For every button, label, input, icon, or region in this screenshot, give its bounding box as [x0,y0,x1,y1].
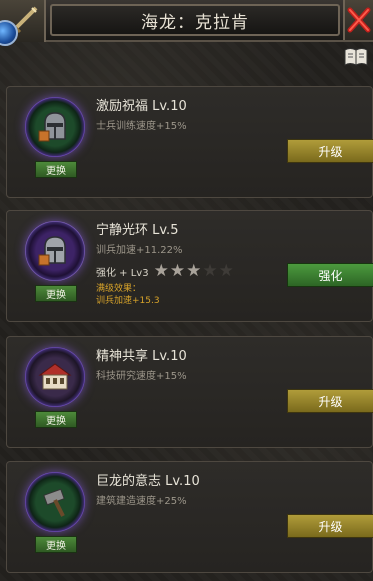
upgrade-button[interactable]: 升级 [287,139,373,163]
change-button[interactable]: 更换 [35,536,77,553]
header-bar: 海龙：克拉肯 [0,0,373,46]
skill-icon-slot [25,472,85,532]
upgrade-button[interactable]: 升级 [287,389,373,413]
skill-description: 科技研究速度+15% [96,371,187,382]
enhance-row: 强化 + Lv3 ★★★★★ [96,261,234,281]
max-effect-value: 训兵加速+15.3 [96,296,160,306]
skill-name: 精神共享 Lv.10 [96,349,187,364]
close-x-icon [347,7,371,33]
change-button[interactable]: 更换 [35,161,77,178]
academy-building-icon [38,363,72,390]
enhance-label: 强化 + Lv3 [96,267,149,279]
upgrade-button[interactable]: 升级 [287,514,373,538]
change-button[interactable]: 更换 [35,285,77,302]
star-icon: ★ [169,261,186,281]
book-icon[interactable] [343,46,369,68]
skill-card: 更换 精神共享 Lv.10 科技研究速度+15% 升级 [6,336,373,448]
skill-card: 更换 激励祝福 Lv.10 士兵训练速度+15% 升级 [6,86,373,198]
skill-card: 更换 宁静光环 Lv.5 训兵加速+11.22% 强化 + Lv3 ★★★★★ … [6,210,373,322]
skill-name: 巨龙的意志 Lv.10 [96,474,200,489]
knight-helmet-icon [38,236,66,266]
skill-icon-slot [25,347,85,407]
hammer-icon [43,488,65,517]
skill-icon-slot [25,221,85,281]
star-icon: ★ [218,261,234,281]
star-icon: ★ [186,261,202,281]
star-icon: ★ [153,261,169,281]
change-button[interactable]: 更换 [35,411,77,428]
knight-helmet-icon [38,112,66,142]
page-title: 海龙：克拉肯 [141,12,249,33]
title-plate: 海龙：克拉肯 [50,4,340,36]
skill-icon-slot [25,97,85,157]
skill-name: 激励祝福 Lv.10 [96,99,187,114]
enhance-button[interactable]: 强化 [287,263,373,287]
skill-description: 训兵加速+11.22% [96,245,183,256]
star-icon: ★ [202,261,218,281]
skill-card: 更换 巨龙的意志 Lv.10 建筑建造速度+25% 升级 [6,461,373,573]
skill-name: 宁静光环 Lv.5 [96,223,179,238]
skill-description: 士兵训练速度+15% [96,121,187,132]
skill-description: 建筑建造速度+25% [96,496,187,507]
close-button[interactable] [343,0,373,40]
star-rating: ★★★★★ [153,261,234,281]
